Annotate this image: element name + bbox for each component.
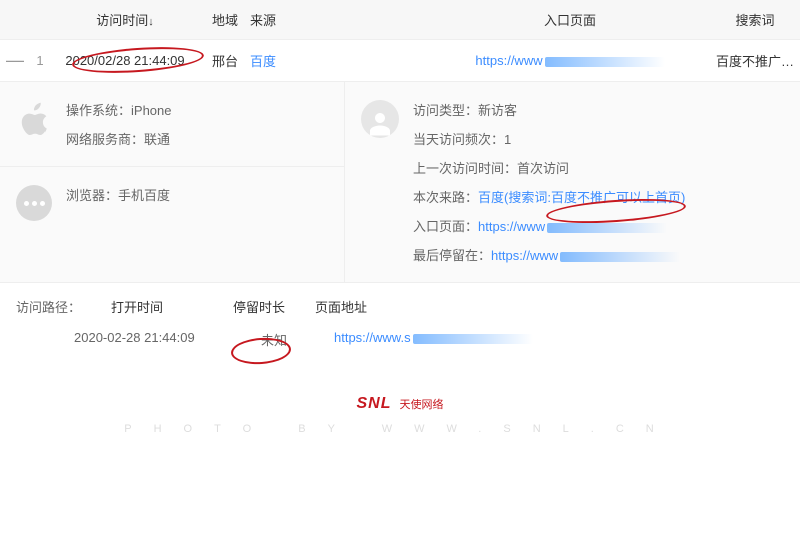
user-icon	[361, 100, 399, 138]
path-time: 2020-02-28 21:44:09	[74, 330, 214, 349]
blurred-text	[560, 252, 680, 262]
last-stay-link[interactable]: https://www	[491, 248, 680, 263]
path-url-link[interactable]: https://www.s	[334, 330, 533, 345]
detail-panel: 操作系统：iPhone 网络服务商：联通 浏览器：手机百度 访问类型：新访客 当…	[0, 82, 800, 283]
visit-type-line: 访问类型：新访客	[413, 100, 685, 119]
browser-line: 浏览器：手机百度	[66, 185, 170, 204]
apple-icon	[16, 100, 52, 142]
referer-line: 本次来路：百度(搜索词:百度不推广可以上首页)	[413, 187, 685, 206]
entry-page-line: 入口页面：https://www	[413, 216, 685, 235]
entry-page-link[interactable]: https://www	[478, 219, 667, 234]
row-index: 1	[30, 53, 50, 68]
footer: SNL 天使网络 PHOTO BY WWW.SNL.CN	[0, 373, 800, 445]
browser-block: 浏览器：手机百度	[0, 166, 344, 239]
os-block: 操作系统：iPhone 网络服务商：联通	[0, 82, 344, 166]
browser-icon	[16, 185, 52, 221]
last-visit-line: 上一次访问时间：首次访问	[413, 158, 685, 177]
os-line: 操作系统：iPhone	[66, 100, 172, 119]
last-stay-line: 最后停留在：https://www	[413, 245, 685, 264]
isp-line: 网络服务商：联通	[66, 129, 172, 148]
entry-cell: https://www	[310, 53, 710, 68]
source-link[interactable]: 百度	[250, 54, 276, 69]
blurred-text	[413, 334, 533, 344]
path-duration-label: 停留时长	[233, 297, 285, 316]
path-duration: 未知	[244, 330, 304, 349]
visit-freq-line: 当天访问频次：1	[413, 129, 685, 148]
referer-link[interactable]: 百度(搜索词:百度不推广可以上首页)	[478, 190, 685, 205]
brand-logo: SNL	[357, 395, 392, 413]
entry-link[interactable]: https://www	[475, 53, 664, 68]
header-search[interactable]: 搜索词	[710, 10, 800, 29]
expand-toggle[interactable]: —	[0, 50, 30, 71]
blurred-text	[547, 223, 667, 233]
table-header: 访问时间↓ 地域 来源 入口页面 搜索词	[0, 0, 800, 40]
path-open-label: 打开时间	[111, 297, 163, 316]
header-entry[interactable]: 入口页面	[310, 10, 710, 29]
blurred-text	[545, 57, 665, 67]
visit-path-section: 访问路径： 打开时间 停留时长 页面地址 2020-02-28 21:44:09…	[0, 283, 800, 363]
table-row: — 1 2020/02/28 21:44:09 邢台 百度 https://ww…	[0, 40, 800, 82]
header-region[interactable]: 地域	[200, 10, 250, 29]
region-cell: 邢台	[200, 51, 250, 70]
footer-credit: PHOTO BY WWW.SNL.CN	[0, 423, 800, 435]
header-time[interactable]: 访问时间↓	[50, 10, 200, 29]
path-section-label: 访问路径：	[16, 297, 81, 316]
path-url-label: 页面地址	[315, 297, 367, 316]
path-row: 2020-02-28 21:44:09 未知 https://www.s	[16, 330, 784, 349]
source-cell: 百度	[250, 51, 310, 70]
header-source[interactable]: 来源	[250, 10, 310, 29]
visit-time: 2020/02/28 21:44:09	[50, 53, 200, 68]
sort-down-icon: ↓	[148, 16, 154, 28]
footer-brand: SNL 天使网络	[357, 395, 444, 413]
search-cell: 百度不推广…	[710, 51, 800, 70]
brand-name: 天使网络	[400, 396, 444, 412]
